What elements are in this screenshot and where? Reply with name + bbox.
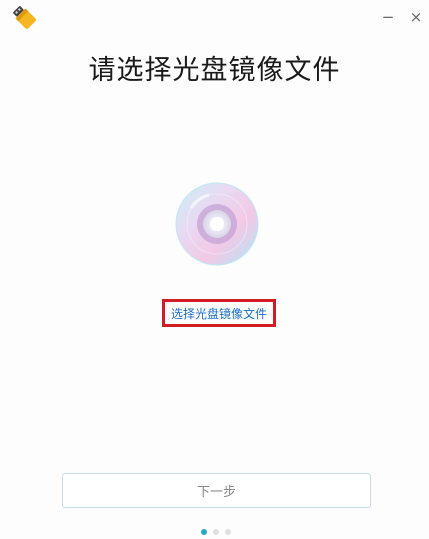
page-dot-2[interactable] xyxy=(213,529,219,535)
minimize-button[interactable]: − xyxy=(377,6,399,28)
page-dot-1[interactable] xyxy=(201,529,207,535)
next-button[interactable]: 下一步 xyxy=(62,473,371,508)
select-image-highlight: 选择光盘镜像文件 xyxy=(162,299,276,327)
page-dot-3[interactable] xyxy=(225,529,231,535)
select-image-link[interactable]: 选择光盘镜像文件 xyxy=(171,305,267,322)
titlebar: − × xyxy=(0,0,429,34)
page-title: 请选择光盘镜像文件 xyxy=(88,55,341,86)
usb-drive-icon xyxy=(11,4,37,30)
app-window: − × 请选择光盘镜像文件 选择光盘镜像文件 下一步 xyxy=(0,0,429,539)
page-indicator xyxy=(0,529,429,535)
close-button[interactable]: × xyxy=(405,6,427,28)
disc-icon xyxy=(175,182,259,266)
